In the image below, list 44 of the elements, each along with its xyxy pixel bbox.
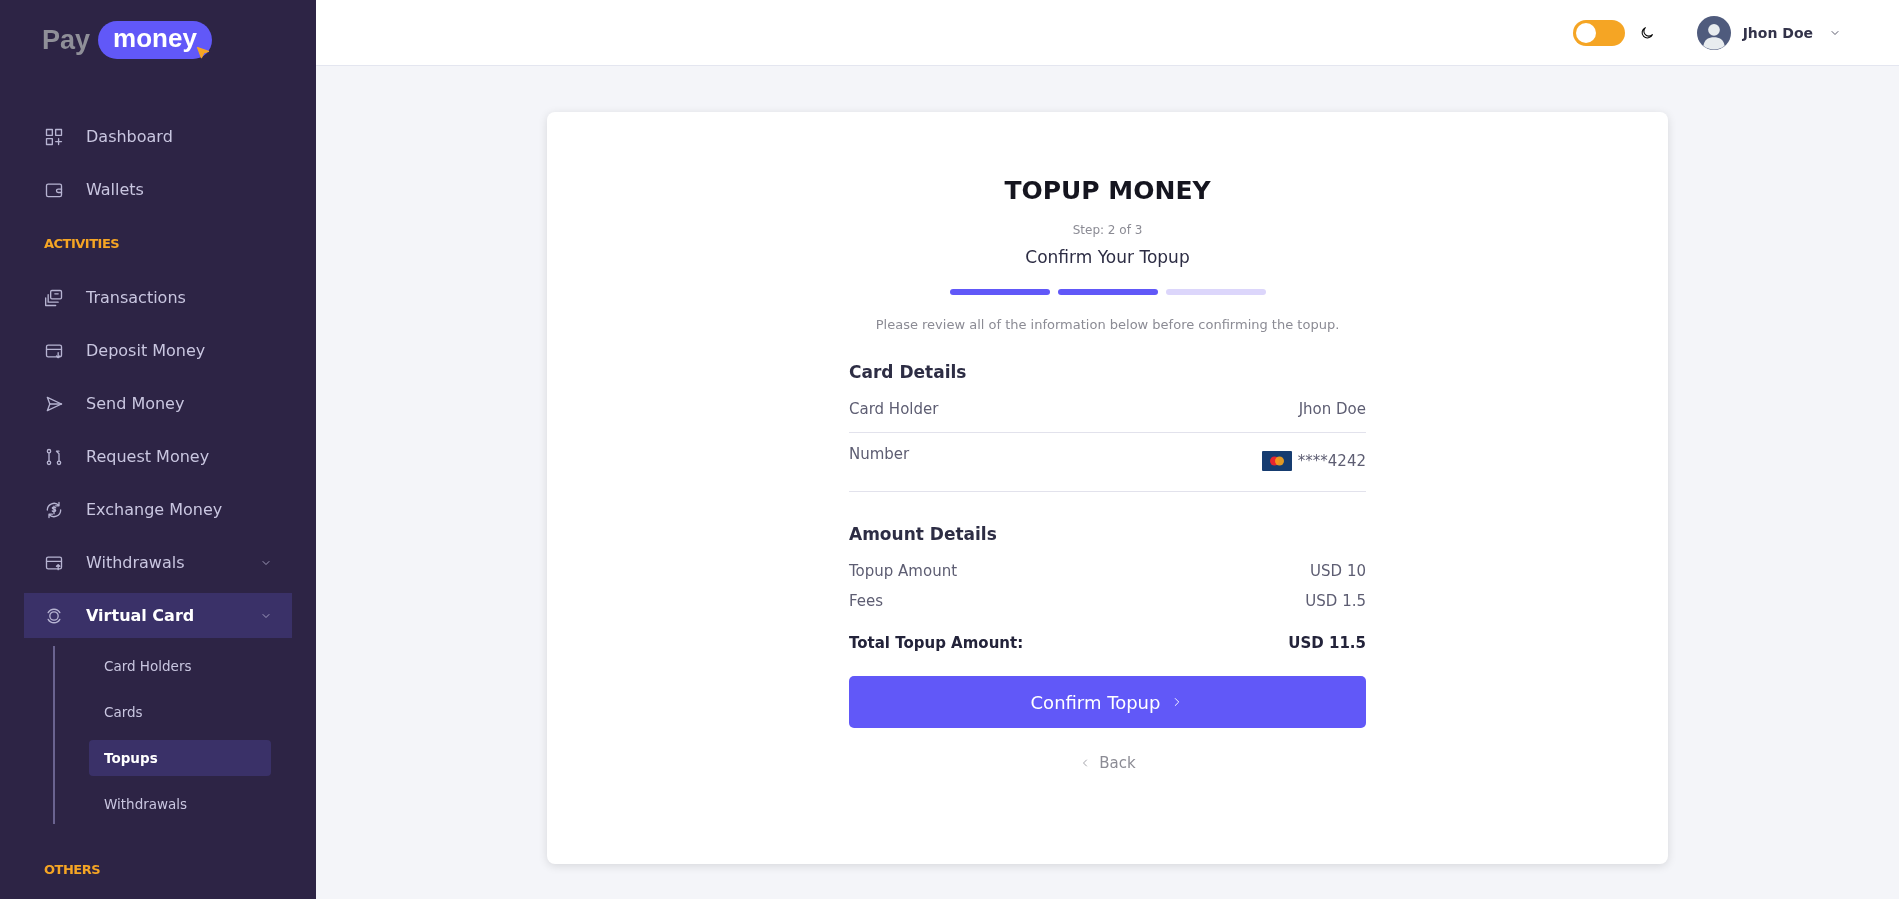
avatar-icon: [1696, 15, 1731, 50]
detail-label: Topup Amount: [849, 562, 958, 580]
submenu-item[interactable]: Withdrawals: [89, 786, 271, 822]
sidebar-item[interactable]: Request Money: [24, 434, 292, 479]
detail-label: Number: [849, 445, 910, 465]
user-menu[interactable]: Jhon Doe: [1696, 15, 1841, 50]
section-heading: ACTIVITIES: [43, 235, 121, 253]
detail-label: Card Holder: [849, 400, 939, 418]
detail-value: USD 1.5: [1305, 592, 1366, 610]
sidebar-item[interactable]: Dashboard: [24, 114, 292, 159]
detail-value: ****4242: [1297, 452, 1366, 470]
logo-text: Pay: [42, 24, 91, 56]
section-heading: OTHERS: [43, 861, 102, 879]
logo-badge: money: [98, 21, 212, 59]
sidebar-item[interactable]: Withdrawals: [24, 540, 292, 585]
sidebar-item[interactable]: Exchange Money: [24, 487, 292, 532]
card-brand-icon: [1261, 451, 1292, 471]
cards-icon: [44, 287, 64, 308]
user-name: Jhon Doe: [1742, 24, 1813, 41]
cursor-icon: [196, 46, 210, 60]
dollar-exchange-icon: [44, 499, 64, 520]
step-title: Confirm Your Topup: [1025, 247, 1190, 267]
total-value: USD 11.5: [1288, 634, 1366, 652]
sidebar-item[interactable]: Deposit Money: [24, 328, 292, 373]
confirm-button[interactable]: Confirm Topup: [849, 676, 1366, 728]
detail-value: USD 10: [1310, 562, 1366, 580]
submenu-item[interactable]: Topups: [89, 740, 271, 776]
detail-label: Fees: [849, 592, 884, 610]
sidebar-item[interactable]: Virtual Card: [24, 593, 292, 638]
section-heading: Card Details: [849, 362, 968, 382]
section-heading: Amount Details: [849, 524, 998, 544]
sidebar-item[interactable]: Transactions: [24, 275, 292, 320]
grid-icon: [44, 126, 64, 147]
submenu-item[interactable]: Cards: [89, 694, 271, 730]
step-counter: Step: 2 of 3: [1072, 223, 1143, 237]
submenu-item[interactable]: Card Holders: [89, 648, 271, 684]
branch-icon: [44, 446, 64, 467]
detail-value: Jhon Doe: [1298, 400, 1366, 418]
instruction-text: Please review all of the information below before confirming the topup.: [875, 317, 1340, 332]
page-title: TOPUP MONEY: [1004, 176, 1211, 205]
sidebar-item[interactable]: Wallets: [24, 167, 292, 212]
total-label: Total Topup Amount:: [849, 634, 1024, 652]
sidebar-item[interactable]: Send Money: [24, 381, 292, 426]
theme-toggle[interactable]: [1572, 19, 1625, 46]
